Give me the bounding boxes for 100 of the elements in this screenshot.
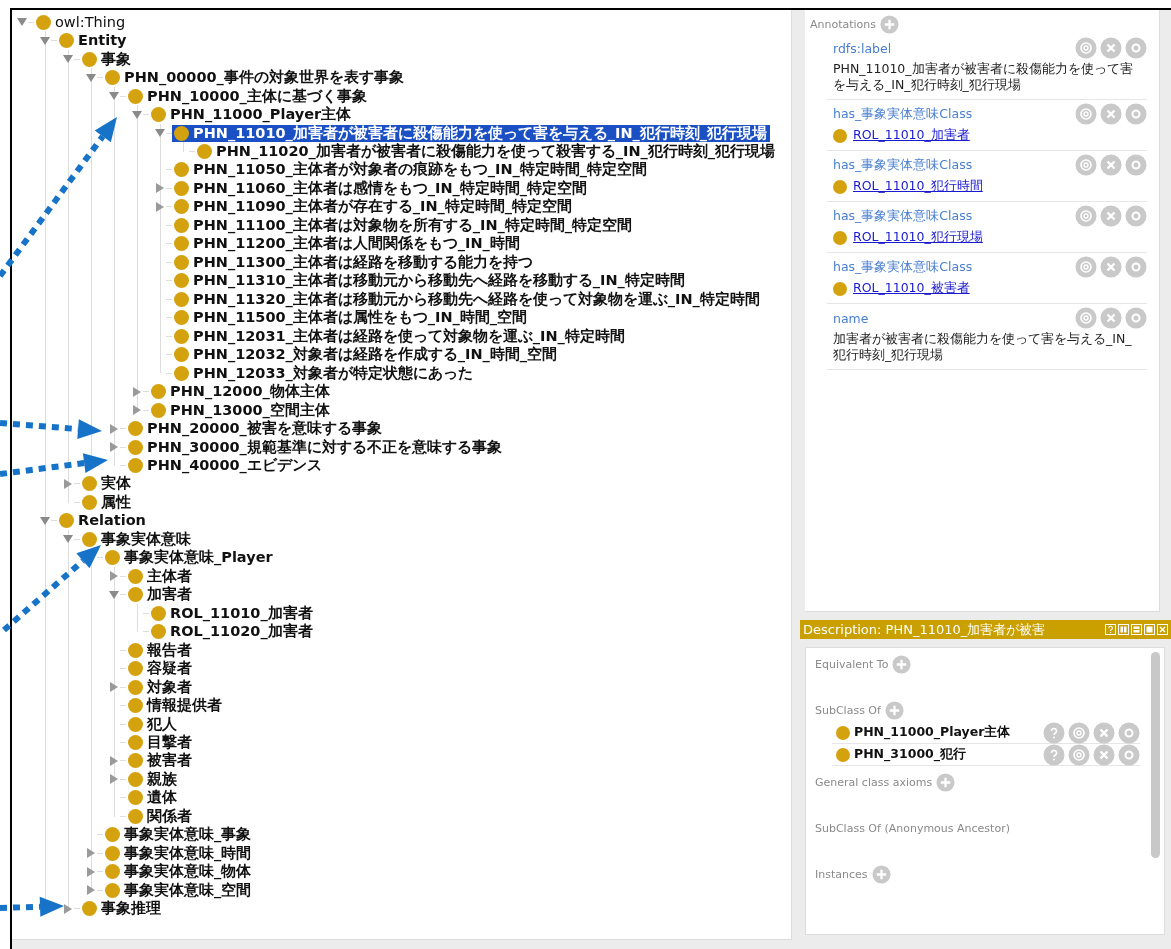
class-link[interactable]: ROL_11010_加害者 [853, 127, 970, 144]
delete-icon[interactable] [1093, 721, 1115, 744]
property-name[interactable]: has_事象実体意味Class [833, 105, 973, 123]
class-label[interactable]: 親族 [145, 770, 180, 788]
delete-icon[interactable] [1100, 307, 1122, 329]
property-name[interactable]: has_事象実体意味Class [833, 258, 973, 276]
add-icon[interactable] [884, 700, 904, 720]
help-icon[interactable] [1043, 743, 1065, 766]
class-label[interactable]: 情報提供者 [145, 697, 225, 715]
annotate-icon[interactable] [1075, 103, 1097, 125]
class-label[interactable]: 遺体 [145, 789, 180, 807]
class-label[interactable]: PHN_13000_空間主体 [168, 401, 333, 419]
help-icon[interactable] [1043, 721, 1065, 744]
property-name[interactable]: name [833, 310, 869, 326]
class-label[interactable]: PHN_11310_主体者は移動元から移動先へ経路を移動する_IN_特定時間 [191, 272, 688, 290]
annotate-icon[interactable] [1075, 256, 1097, 278]
edit-icon[interactable] [1125, 256, 1147, 278]
class-label[interactable]: 報告者 [145, 641, 195, 659]
class-label[interactable]: 犯人 [145, 715, 180, 733]
class-label[interactable]: PHN_12032_対象者は経路を作成する_IN_時間_空間 [191, 346, 561, 364]
class-label[interactable]: owl:Thing [53, 13, 129, 31]
delete-icon[interactable] [1100, 256, 1122, 278]
scrollbar-thumb[interactable] [1151, 652, 1160, 858]
add-icon[interactable] [871, 864, 891, 884]
annotate-icon[interactable] [1075, 307, 1097, 329]
class-label[interactable]: 事象実体意味_時間 [122, 844, 255, 862]
class-label[interactable]: 事象 [99, 50, 134, 68]
split-horizontal-icon[interactable] [1131, 624, 1142, 635]
annotate-icon[interactable] [1075, 154, 1097, 176]
class-label[interactable]: PHN_10000_主体に基づく事象 [145, 87, 370, 105]
class-label[interactable]: PHN_11000_Player主体 [168, 106, 355, 124]
class-label[interactable]: Relation [76, 512, 149, 530]
class-label[interactable]: 事象実体意味_空間 [122, 881, 255, 899]
edit-icon[interactable] [1125, 205, 1147, 227]
delete-icon[interactable] [1100, 103, 1122, 125]
edit-icon[interactable] [1125, 103, 1147, 125]
delete-icon[interactable] [1093, 743, 1115, 766]
class-link[interactable]: ROL_11010_犯行時間 [853, 178, 983, 195]
class-label[interactable]: 事象実体意味 [99, 530, 194, 548]
help-icon[interactable] [1105, 624, 1116, 635]
property-name[interactable]: rdfs:label [833, 40, 892, 56]
class-label[interactable]: PHN_11060_主体者は感情をもつ_IN_特定時間_特定空間 [191, 179, 591, 197]
class-label[interactable]: 容疑者 [145, 660, 195, 678]
class-label[interactable]: 事象推理 [99, 900, 164, 918]
class-label[interactable]: 目撃者 [145, 734, 195, 751]
annotate-icon[interactable] [1068, 743, 1090, 766]
class-label[interactable]: PHN_11010_加害者が被害者に殺傷能力を使って害を与える_IN_犯行時刻_犯行現場 [191, 124, 771, 142]
class-label[interactable]: 属性 [99, 493, 134, 511]
class-label[interactable]: PHN_12031_主体者は経路を使って対象物を運ぶ_IN_特定時間 [191, 327, 628, 345]
class-label[interactable]: PHN_12000_物体主体 [168, 383, 333, 401]
edit-icon[interactable] [1118, 721, 1140, 744]
annotate-icon[interactable] [1075, 37, 1097, 59]
class-label[interactable]: PHN_11500_主体者は属性をもつ_IN_時間_空間 [191, 309, 531, 327]
class-label[interactable]: 主体者 [145, 567, 195, 585]
class-label[interactable]: PHN_11320_主体者は移動元から移動先へ経路を使って対象物を運ぶ_IN_特定時間 [191, 290, 763, 308]
class-label[interactable]: PHN_40000_エビデンス [145, 457, 325, 474]
annotate-icon[interactable] [1068, 721, 1090, 744]
class-label[interactable]: PHN_11050_主体者が対象者の痕跡をもつ_IN_特定時間_特定空間 [191, 161, 651, 179]
class-label[interactable]: PHN_11000_Player主体 [854, 724, 1043, 741]
split-vertical-icon[interactable] [1118, 624, 1129, 635]
class-label[interactable]: 事象実体意味_Player [122, 549, 276, 567]
class-label[interactable]: 加害者 [145, 586, 195, 604]
maximize-icon[interactable] [1144, 624, 1155, 635]
edit-icon[interactable] [1125, 37, 1147, 59]
delete-icon[interactable] [1100, 205, 1122, 227]
class-label[interactable]: PHN_11090_主体者が存在する_IN_特定時間_特定空間 [191, 198, 576, 216]
close-icon[interactable] [1157, 624, 1168, 635]
class-label[interactable]: Entity [76, 32, 130, 50]
class-label[interactable]: 対象者 [145, 678, 195, 696]
add-icon[interactable] [936, 772, 956, 792]
class-label[interactable]: PHN_31000_犯行 [854, 746, 1043, 763]
class-link[interactable]: ROL_11010_被害者 [853, 280, 970, 297]
class-label[interactable]: PHN_11100_主体者は対象物を所有する_IN_特定時間_特定空間 [191, 216, 636, 234]
class-label[interactable]: PHN_20000_被害を意味する事象 [145, 420, 385, 438]
class-label[interactable]: 事象実体意味_事象 [122, 826, 255, 844]
class-label[interactable]: 関係者 [145, 807, 195, 825]
edit-icon[interactable] [1125, 154, 1147, 176]
class-icon [128, 771, 143, 787]
class-label[interactable]: ROL_11010_加害者 [168, 604, 316, 622]
annotate-icon[interactable] [1075, 205, 1097, 227]
class-icon [174, 180, 189, 196]
class-label[interactable]: 事象実体意味_物体 [122, 863, 255, 881]
edit-icon[interactable] [1118, 743, 1140, 766]
delete-icon[interactable] [1100, 154, 1122, 176]
class-label[interactable]: PHN_12033_対象者が特定状態にあった [191, 364, 476, 382]
property-name[interactable]: has_事象実体意味Class [833, 156, 973, 174]
add-icon[interactable] [892, 654, 912, 674]
class-label[interactable]: PHN_30000_規範基準に対する不正を意味する事象 [145, 438, 505, 456]
property-name[interactable]: has_事象実体意味Class [833, 207, 973, 225]
class-label[interactable]: ROL_11020_加害者 [168, 623, 316, 641]
add-icon[interactable] [880, 14, 900, 34]
delete-icon[interactable] [1100, 37, 1122, 59]
class-link[interactable]: ROL_11010_犯行現場 [853, 229, 983, 246]
class-icon [833, 281, 847, 296]
class-label[interactable]: PHN_11300_主体者は経路を移動する能力を持つ [191, 253, 536, 271]
class-label[interactable]: 実体 [99, 475, 134, 493]
class-label[interactable]: PHN_11200_主体者は人間関係をもつ_IN_時間 [191, 235, 523, 253]
edit-icon[interactable] [1125, 307, 1147, 329]
class-label[interactable]: 被害者 [145, 752, 195, 770]
class-label[interactable]: PHN_00000_事件の対象世界を表す事象 [122, 69, 407, 87]
